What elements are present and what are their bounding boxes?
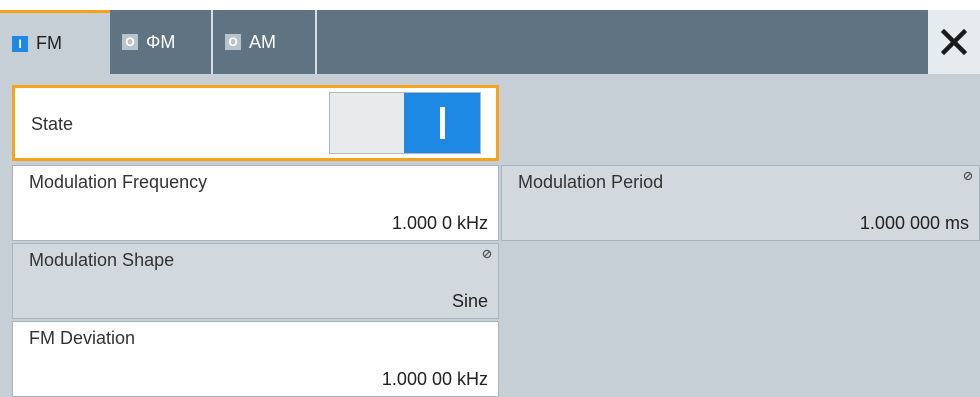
tab-phim[interactable]: O ΦM (110, 10, 213, 74)
modulation-shape-value: Sine (451, 291, 488, 311)
tab-fm-label: FM (36, 33, 62, 53)
state-field: State (12, 85, 499, 161)
tab-fm-state-indicator: I (12, 35, 28, 52)
close-button[interactable] (928, 10, 980, 74)
modulation-shape-field: Modulation Shape Sine (12, 243, 499, 319)
close-icon (941, 29, 967, 55)
modulation-shape-label: Modulation Shape (29, 250, 175, 270)
tab-am-state-indicator: O (225, 34, 241, 50)
modulation-frequency-value: 1.000 0 kHz (391, 213, 488, 233)
state-toggle[interactable] (329, 92, 481, 154)
fm-modulation-panel: I FM O ΦM O AM State Modulation Frequenc… (0, 10, 980, 397)
modulation-frequency-field[interactable]: Modulation Frequency 1.000 0 kHz (12, 165, 499, 241)
tab-am-label: AM (249, 31, 276, 52)
modulation-period-value: 1.000 000 ms (859, 213, 969, 233)
tab-phim-state-indicator: O (122, 34, 138, 50)
tab-am[interactable]: O AM (213, 10, 317, 74)
fm-deviation-value: 1.000 00 kHz (381, 369, 488, 389)
tab-fm[interactable]: I FM (0, 10, 110, 74)
fm-deviation-field[interactable]: FM Deviation 1.000 00 kHz (12, 321, 499, 397)
tab-bar: I FM O ΦM O AM (0, 10, 980, 74)
read-only-icon (482, 246, 492, 264)
toggle-on-icon (439, 107, 445, 139)
state-label: State (31, 114, 74, 134)
state-toggle-on-segment (404, 93, 480, 153)
fm-deviation-label: FM Deviation (29, 328, 136, 348)
modulation-frequency-label: Modulation Frequency (29, 172, 208, 192)
modulation-period-field: Modulation Period 1.000 000 ms (501, 165, 980, 241)
modulation-period-label: Modulation Period (518, 172, 664, 192)
tab-phim-label: ΦM (146, 31, 176, 52)
read-only-icon (963, 168, 973, 186)
